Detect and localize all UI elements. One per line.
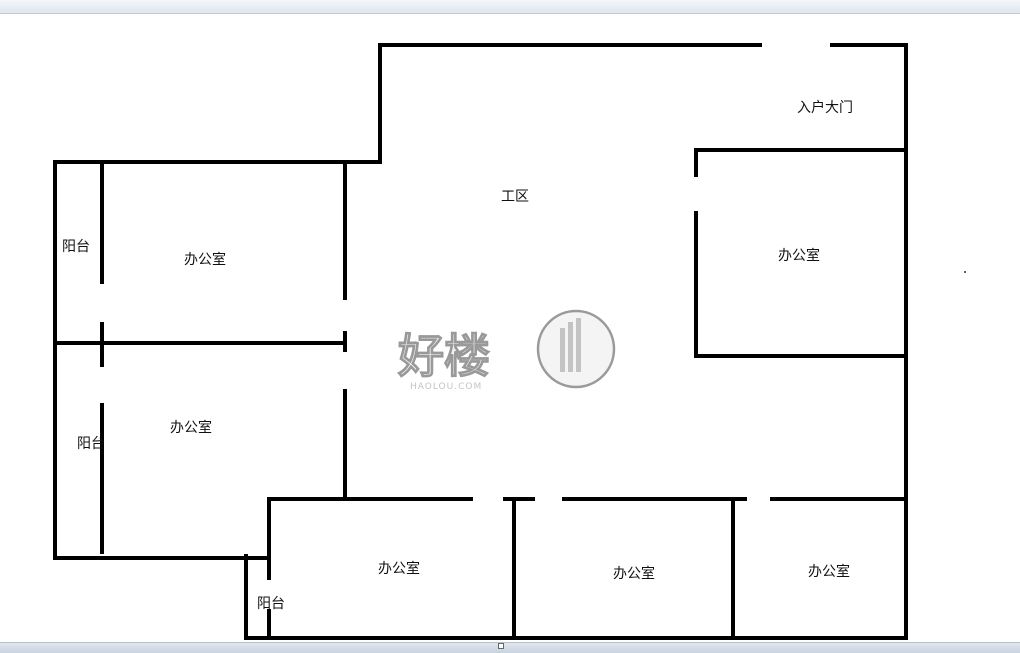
floor-plan: 好楼 HAOLOU.COM 入户大门 工区 办公室 办公室 办公室 办公室 办公… bbox=[53, 43, 966, 640]
stray-dot bbox=[964, 271, 966, 273]
watermark-brand: 好楼 bbox=[397, 329, 490, 383]
label-office-left-bottom: 办公室 bbox=[170, 419, 212, 436]
label-balcony-top: 阳台 bbox=[62, 239, 90, 255]
label-balcony-bottom: 阳台 bbox=[257, 596, 285, 612]
label-office-bottom-1: 办公室 bbox=[378, 560, 420, 577]
label-office-left-top: 办公室 bbox=[184, 251, 226, 268]
watermark-logo-bar bbox=[568, 322, 573, 372]
resize-handle[interactable] bbox=[498, 643, 504, 649]
watermark: 好楼 HAOLOU.COM bbox=[396, 309, 616, 392]
watermark-logo-bar bbox=[560, 328, 565, 372]
label-office-bottom-2: 办公室 bbox=[613, 565, 655, 582]
label-office-bottom-3: 办公室 bbox=[808, 563, 850, 580]
watermark-url: HAOLOU.COM bbox=[410, 382, 482, 392]
label-balcony-middle: 阳台 bbox=[77, 436, 105, 452]
label-office-right: 办公室 bbox=[778, 247, 820, 264]
label-entrance: 入户大门 bbox=[797, 99, 853, 116]
bottom-status-bar bbox=[0, 642, 1020, 653]
label-work-area: 工区 bbox=[501, 189, 529, 205]
watermark-logo-bar bbox=[576, 318, 581, 372]
